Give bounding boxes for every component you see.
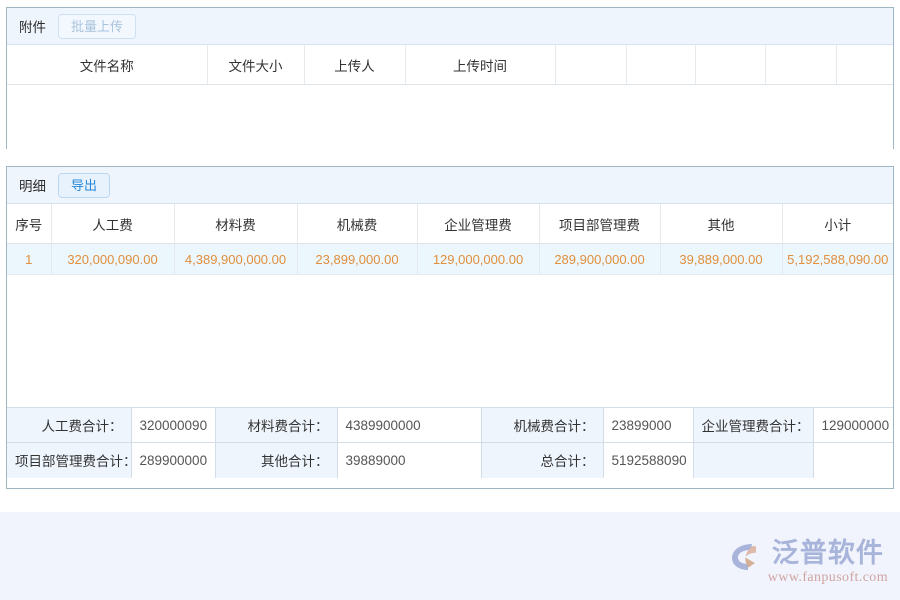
attachment-panel-title: 附件 — [19, 16, 46, 36]
brand-logo: 泛普软件 www.fanpusoft.com — [730, 540, 888, 586]
summary-value-empty — [813, 443, 893, 478]
attachment-col-filename[interactable]: 文件名称 — [7, 45, 207, 85]
detail-cell-enterprise-mgmt: 129,000,000.00 — [417, 244, 539, 275]
export-button[interactable]: 导出 — [58, 173, 110, 198]
detail-cell-subtotal: 5,192,588,090.00 — [782, 244, 893, 275]
detail-col-labor[interactable]: 人工费 — [51, 204, 174, 244]
detail-table: 序号 人工费 材料费 机械费 企业管理费 项目部管理费 其他 小计 1 320,… — [7, 204, 893, 275]
attachment-panel: 附件 批量上传 文件名称 文件大小 上传人 上传时间 — [6, 7, 894, 149]
attachment-col-filesize[interactable]: 文件大小 — [207, 45, 304, 85]
detail-col-other[interactable]: 其他 — [660, 204, 782, 244]
attachment-col-blank-5[interactable] — [836, 45, 893, 85]
attachment-col-blank-2[interactable] — [626, 45, 695, 85]
summary-row: 人工费合计： 320000090 材料费合计： 4389900000 机械费合计… — [7, 408, 893, 443]
attachment-col-blank-3[interactable] — [695, 45, 765, 85]
summary-label-material-total: 材料费合计： — [215, 408, 337, 443]
detail-col-enterprise-mgmt[interactable]: 企业管理费 — [417, 204, 539, 244]
summary-value-enterprise-mgmt-total: 129000000 — [813, 408, 893, 443]
summary-value-project-mgmt-total: 289900000 — [131, 443, 215, 478]
detail-col-project-mgmt[interactable]: 项目部管理费 — [539, 204, 660, 244]
detail-panel: 明细 导出 序号 人工费 材料费 机械费 企业管理费 项目部管理费 其他 小计 … — [6, 166, 894, 489]
detail-col-material[interactable]: 材料费 — [174, 204, 297, 244]
table-row[interactable]: 1 320,000,090.00 4,389,900,000.00 23,899… — [7, 244, 893, 275]
attachment-table-header-row: 文件名称 文件大小 上传人 上传时间 — [7, 45, 893, 85]
summary-label-other-total: 其他合计： — [215, 443, 337, 478]
detail-panel-header: 明细 导出 — [7, 167, 893, 204]
summary-grid: 人工费合计： 320000090 材料费合计： 4389900000 机械费合计… — [7, 407, 893, 478]
summary-label-labor-total: 人工费合计： — [7, 408, 131, 443]
attachment-table-empty-body — [7, 85, 893, 149]
detail-col-index[interactable]: 序号 — [7, 204, 51, 244]
summary-label-machinery-total: 机械费合计： — [481, 408, 603, 443]
summary-value-machinery-total: 23899000 — [603, 408, 693, 443]
attachment-table: 文件名称 文件大小 上传人 上传时间 — [7, 45, 893, 85]
detail-cell-project-mgmt: 289,900,000.00 — [539, 244, 660, 275]
detail-col-subtotal[interactable]: 小计 — [782, 204, 893, 244]
detail-cell-machinery: 23,899,000.00 — [297, 244, 417, 275]
attachment-col-uploader[interactable]: 上传人 — [304, 45, 405, 85]
logo-text-block: 泛普软件 www.fanpusoft.com — [768, 540, 888, 586]
logo-company-name: 泛普软件 — [772, 540, 884, 568]
summary-value-grand-total: 5192588090 — [603, 443, 693, 478]
summary-label-project-mgmt-total: 项目部管理费合计： — [7, 443, 131, 478]
batch-upload-button[interactable]: 批量上传 — [58, 14, 136, 39]
summary-value-labor-total: 320000090 — [131, 408, 215, 443]
footer-area: 泛普软件 www.fanpusoft.com — [0, 512, 900, 600]
attachment-col-blank-4[interactable] — [765, 45, 836, 85]
detail-panel-title: 明细 — [19, 175, 46, 195]
logo-website-url: www.fanpusoft.com — [768, 569, 888, 586]
summary-label-enterprise-mgmt-total: 企业管理费合计： — [693, 408, 813, 443]
summary-label-empty — [693, 443, 813, 478]
summary-label-grand-total: 总合计： — [481, 443, 603, 478]
detail-table-empty-area — [7, 275, 893, 407]
detail-cell-index: 1 — [7, 244, 51, 275]
summary-value-other-total: 39889000 — [337, 443, 481, 478]
attachment-col-blank-1[interactable] — [555, 45, 626, 85]
attachment-panel-header: 附件 批量上传 — [7, 8, 893, 45]
detail-cell-material: 4,389,900,000.00 — [174, 244, 297, 275]
detail-cell-other: 39,889,000.00 — [660, 244, 782, 275]
detail-table-header-row: 序号 人工费 材料费 机械费 企业管理费 项目部管理费 其他 小计 — [7, 204, 893, 244]
fanpu-logo-icon — [730, 542, 764, 575]
summary-value-material-total: 4389900000 — [337, 408, 481, 443]
detail-col-machinery[interactable]: 机械费 — [297, 204, 417, 244]
summary-row: 项目部管理费合计： 289900000 其他合计： 39889000 总合计： … — [7, 443, 893, 478]
attachment-col-uploadtime[interactable]: 上传时间 — [405, 45, 555, 85]
detail-cell-labor: 320,000,090.00 — [51, 244, 174, 275]
